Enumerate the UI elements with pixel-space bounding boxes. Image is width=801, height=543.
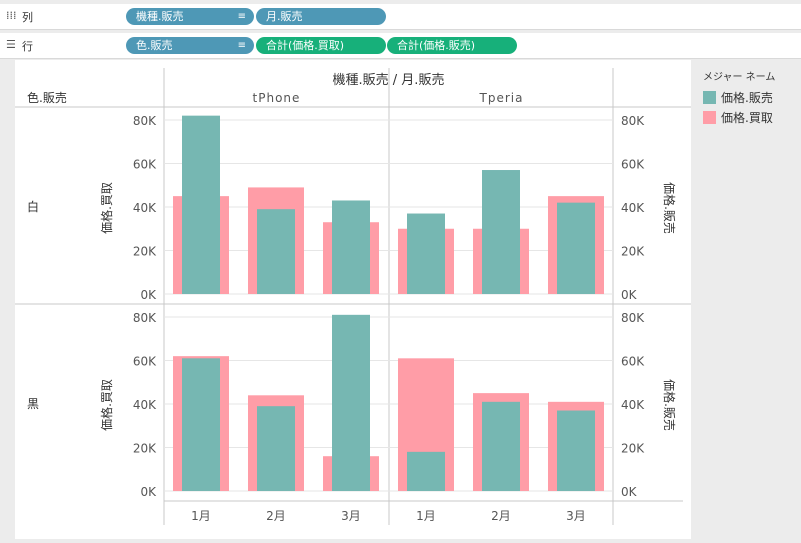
row-header-title: 色.販売 [27, 90, 67, 105]
legend: メジャー ネーム 価格.販売 価格.買取 [697, 64, 801, 134]
left-tick-label: 40K [133, 398, 157, 412]
bar-sell [257, 209, 295, 294]
left-axis-title: 価格.買取 [99, 182, 114, 234]
right-axis-title: 価格.販売 [662, 379, 677, 431]
month-tick-label: 1月 [191, 509, 211, 523]
month-tick-label: 2月 [491, 509, 511, 523]
right-tick-label: 80K [621, 311, 645, 325]
right-tick-label: 20K [621, 245, 645, 259]
columns-shelf-label: 列 [22, 11, 33, 24]
legend-swatch-buy [703, 111, 716, 124]
bar-sell [257, 406, 295, 491]
month-tick-label: 3月 [341, 509, 361, 523]
left-tick-label: 40K [133, 201, 157, 215]
rows-icon: ☰ [6, 38, 16, 51]
bar-sell [332, 314, 370, 491]
bar-sell [557, 202, 595, 294]
columns-shelf: ⁞⁞⁞ 列 機種.販売 ≡ 月.販売 [0, 4, 801, 30]
legend-item-buy[interactable]: 価格.買取 [703, 109, 801, 126]
right-tick-label: 80K [621, 114, 645, 128]
columns-icon: ⁞⁞⁞ [6, 9, 17, 22]
left-tick-label: 20K [133, 442, 157, 456]
bar-sell [182, 115, 220, 295]
bar-sell [407, 451, 445, 491]
rows-shelf: ☰ 行 色.販売 ≡ 合計(価格.買取) 合計(価格.販売) [0, 33, 801, 59]
left-axis-title: 価格.買取 [99, 379, 114, 431]
left-tick-label: 0K [140, 485, 157, 499]
legend-item-sell[interactable]: 価格.販売 [703, 89, 801, 106]
month-tick-label: 3月 [566, 509, 586, 523]
row-pill-color[interactable]: 色.販売 ≡ [126, 37, 254, 54]
right-tick-label: 60K [621, 355, 645, 369]
left-tick-label: 0K [140, 288, 157, 302]
sort-icon: ≡ [237, 40, 246, 51]
right-tick-label: 0K [621, 485, 638, 499]
model-header-0: tPhone [253, 91, 301, 105]
bar-sell [557, 410, 595, 491]
left-tick-label: 80K [133, 311, 157, 325]
chart-view: 機種.販売 / 月.販売 tPhone Tperia 色.販売白 0K 0K 20K 20K 4… [15, 60, 691, 539]
right-tick-label: 0K [621, 288, 638, 302]
bar-sell [407, 213, 445, 294]
month-tick-label: 1月 [416, 509, 436, 523]
left-tick-label: 20K [133, 245, 157, 259]
legend-swatch-sell [703, 91, 716, 104]
bar-sell [482, 170, 520, 294]
right-tick-label: 60K [621, 158, 645, 172]
right-tick-label: 20K [621, 442, 645, 456]
bar-sell [482, 401, 520, 491]
bar-sell [332, 200, 370, 294]
sort-icon: ≡ [237, 11, 246, 22]
left-tick-label: 60K [133, 158, 157, 172]
right-axis-title: 価格.販売 [662, 182, 677, 234]
right-tick-label: 40K [621, 201, 645, 215]
column-pill-model[interactable]: 機種.販売 ≡ [126, 8, 254, 25]
left-tick-label: 80K [133, 114, 157, 128]
row-label-1: 黒 [27, 397, 39, 411]
row-label-0: 白 [27, 199, 39, 214]
row-pill-sum-buy[interactable]: 合計(価格.買取) [256, 37, 386, 54]
left-tick-label: 60K [133, 355, 157, 369]
column-pill-month[interactable]: 月.販売 [256, 8, 386, 25]
row-pill-sum-sell[interactable]: 合計(価格.販売) [387, 37, 517, 54]
model-header-1: Tperia [479, 91, 524, 105]
month-tick-label: 2月 [266, 509, 286, 523]
legend-title: メジャー ネーム [703, 72, 776, 83]
rows-shelf-label: 行 [22, 40, 33, 53]
bar-chart: 機種.販売 / 月.販売tPhone Tperia色.販売白0K 0K20K 20K4… [15, 68, 691, 525]
bar-sell [182, 358, 220, 491]
right-tick-label: 40K [621, 398, 645, 412]
